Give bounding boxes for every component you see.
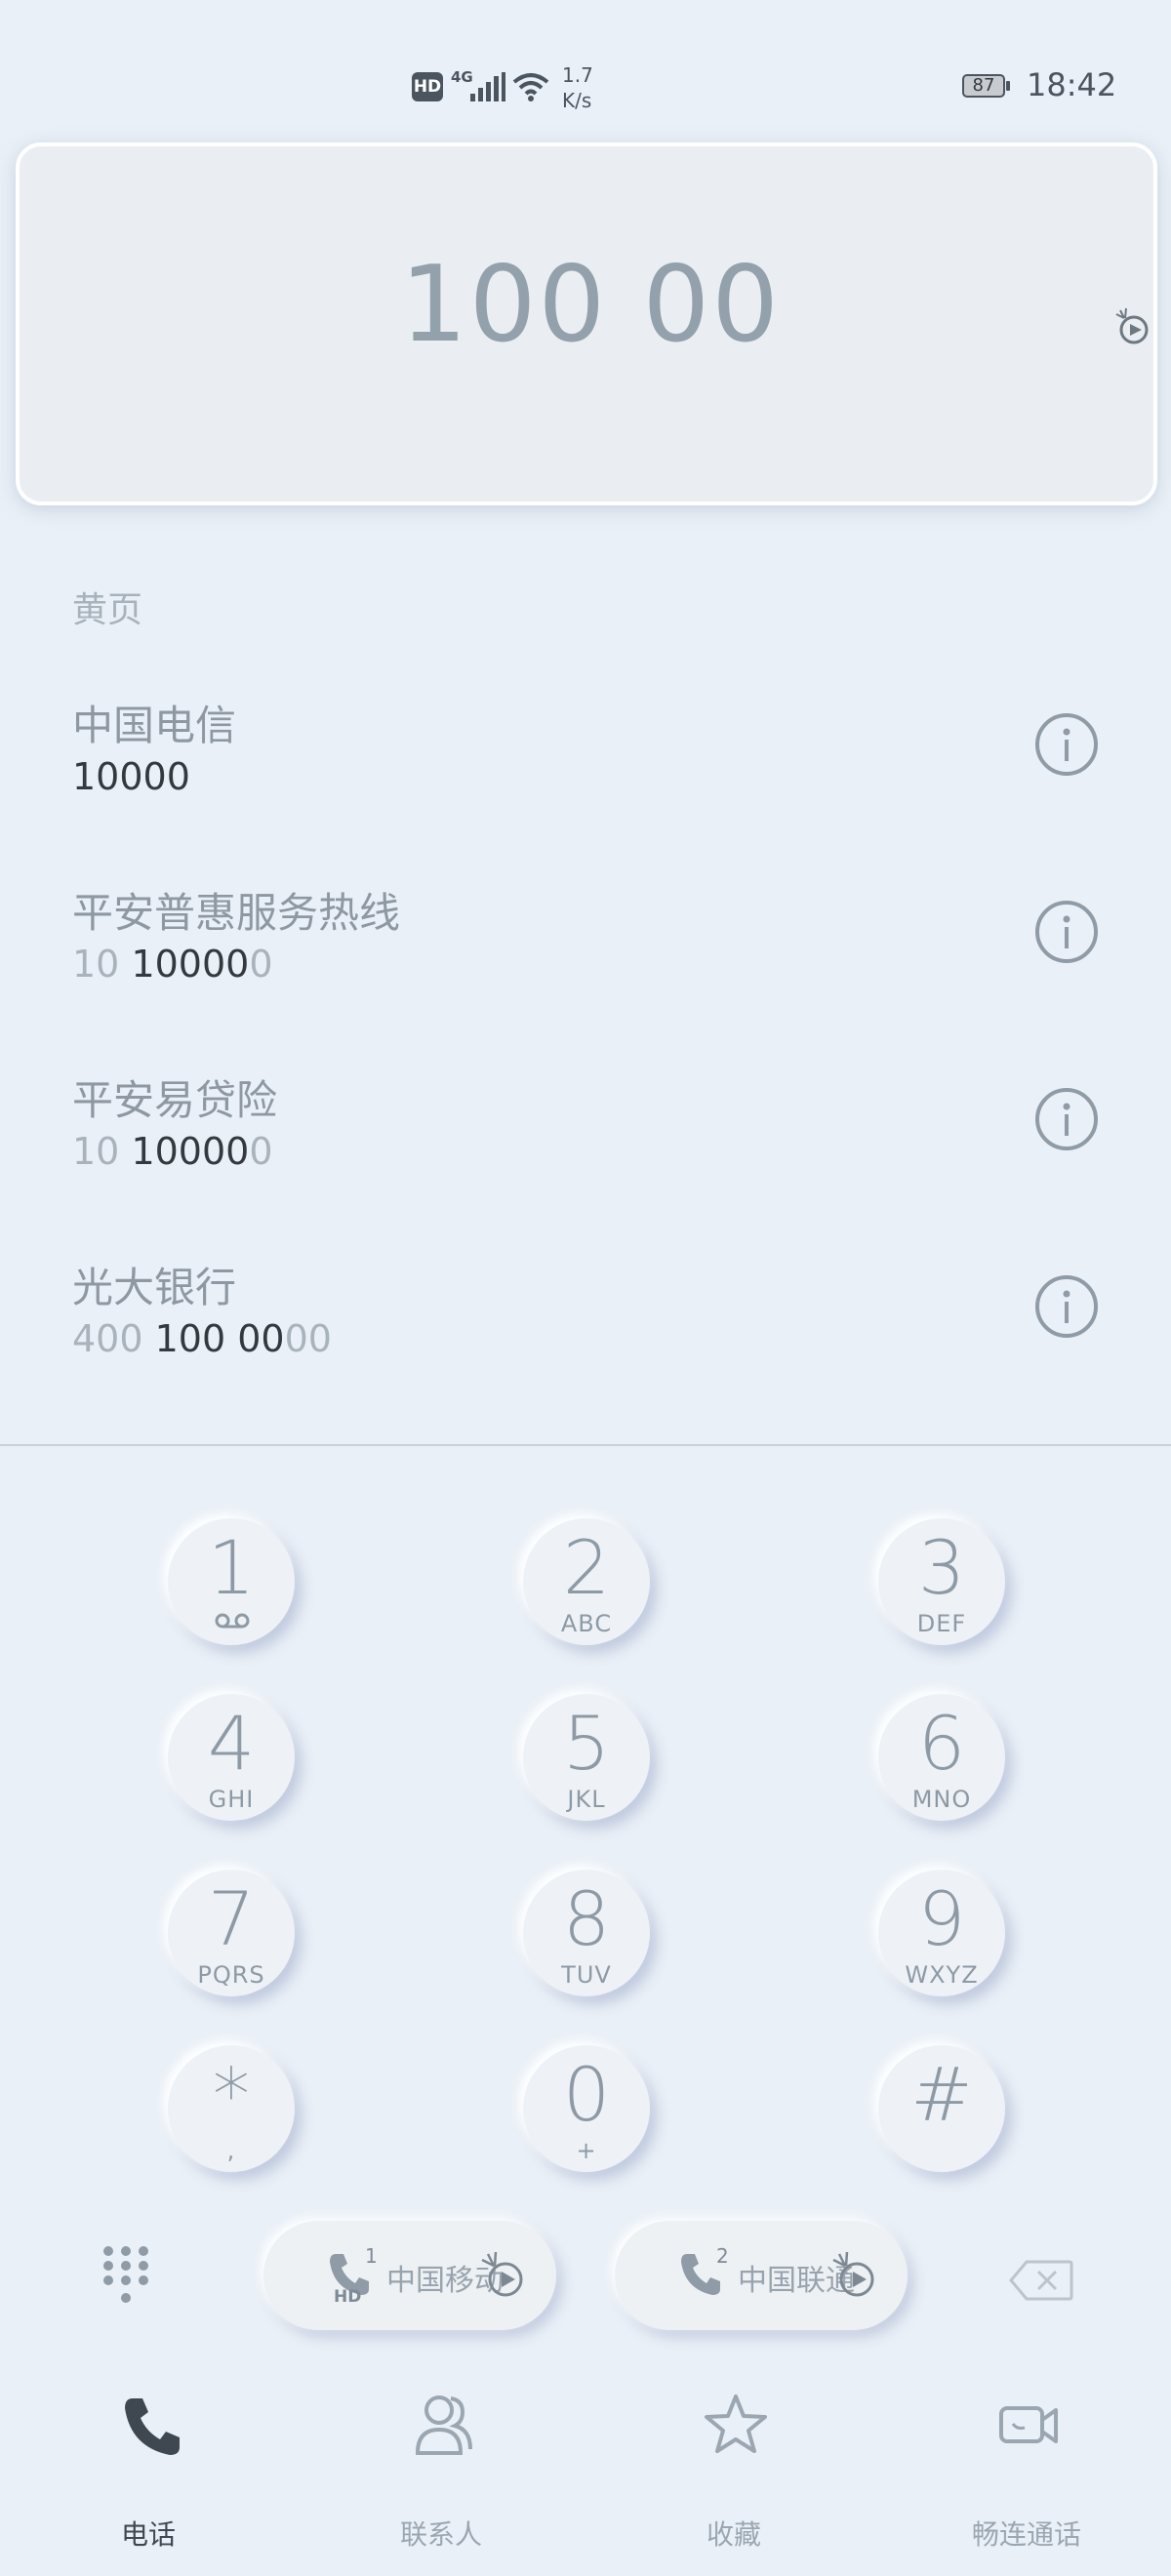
tab-favorites[interactable]: 收藏	[636, 2391, 831, 2556]
tab-label: 收藏	[706, 2518, 761, 2551]
number-suffix: 00	[284, 1317, 332, 1360]
network-speed: 1.7 K/s	[562, 62, 593, 113]
contact-name: 中国电信	[72, 702, 237, 749]
yellow-pages-item[interactable]: 平安易贷险 10 100000	[72, 1067, 1107, 1243]
dialed-number-display[interactable]: 100 00	[16, 142, 1157, 505]
wifi-icon	[512, 73, 549, 101]
key-letters: WXYZ	[905, 1961, 979, 1989]
yellow-pages-item[interactable]: 光大银行 400 100 0000	[72, 1255, 1107, 1430]
call-sim2-button[interactable]: 2 中国联通	[615, 2221, 908, 2330]
yellow-pages-heading: 黄页	[72, 590, 143, 630]
key-hash[interactable]: #	[878, 2045, 1005, 2172]
key-digit: 8	[562, 1875, 611, 1962]
contacts-icon	[415, 2395, 472, 2455]
number-match: 10000	[131, 1130, 250, 1173]
tab-phone[interactable]: 电话	[51, 2391, 246, 2556]
status-time: 18:42	[1027, 66, 1117, 103]
info-icon[interactable]	[1034, 1274, 1099, 1339]
key-letters: ABC	[560, 1610, 613, 1637]
sim-number: 1	[365, 2244, 378, 2268]
star-icon	[705, 2395, 767, 2453]
key-digit: 1	[207, 1524, 256, 1611]
key-digit: 5	[562, 1700, 611, 1787]
key-star[interactable]: * ,	[168, 2045, 295, 2172]
call-sim1-button[interactable]: 1 HD 中国移动	[263, 2221, 556, 2330]
info-icon[interactable]	[1034, 900, 1099, 964]
deer-logo-icon	[1115, 307, 1149, 344]
phone-icon	[125, 2398, 180, 2455]
hd-voice-icon: HD	[412, 72, 443, 101]
key-digit: #	[910, 2051, 973, 2138]
key-letters: +	[576, 2137, 597, 2164]
hd-tag: HD	[334, 2287, 362, 2307]
deer-logo-icon	[832, 2251, 874, 2297]
contact-name: 光大银行	[72, 1264, 237, 1311]
tab-label: 畅连通话	[971, 2518, 1081, 2551]
key-letters: PQRS	[197, 1961, 265, 1989]
network-speed-unit: K/s	[562, 89, 592, 112]
key-6[interactable]: 6 MNO	[878, 1694, 1005, 1821]
key-5[interactable]: 5 JKL	[523, 1694, 650, 1821]
number-suffix: 0	[249, 1130, 273, 1173]
key-7[interactable]: 7 PQRS	[168, 1870, 295, 1996]
info-icon[interactable]	[1034, 1087, 1099, 1151]
key-2[interactable]: 2 ABC	[523, 1518, 650, 1645]
number-prefix: 10	[72, 943, 132, 986]
number-prefix: 10	[72, 1130, 132, 1173]
deer-logo-icon	[481, 2251, 523, 2297]
key-digit: 9	[917, 1875, 966, 1962]
signal-strength-icon	[470, 72, 505, 101]
key-digit: 6	[917, 1700, 966, 1787]
dialed-number[interactable]: 100 00	[20, 244, 1161, 366]
key-4[interactable]: 4 GHI	[168, 1694, 295, 1821]
contact-number: 10 100000	[72, 943, 273, 986]
key-0[interactable]: 0 +	[523, 2045, 650, 2172]
contact-name: 平安易贷险	[72, 1076, 278, 1124]
key-letters: GHI	[208, 1786, 255, 1813]
key-3[interactable]: 3 DEF	[878, 1518, 1005, 1645]
key-8[interactable]: 8 TUV	[523, 1870, 650, 1996]
tab-label: 电话	[120, 2518, 176, 2551]
section-divider	[0, 1444, 1171, 1446]
key-letters: JKL	[567, 1786, 606, 1813]
key-letters: TUV	[561, 1961, 612, 1989]
key-letters: DEF	[916, 1610, 967, 1637]
key-letters: ,	[226, 2137, 236, 2164]
info-icon[interactable]	[1034, 712, 1099, 777]
key-digit: 2	[562, 1524, 611, 1611]
yellow-pages-item[interactable]: 中国电信 10000	[72, 693, 1107, 868]
number-suffix: 0	[249, 943, 273, 986]
status-bar: HD 4G 1.7 K/s 87 18:42	[0, 0, 1171, 137]
key-1[interactable]: 1	[168, 1518, 295, 1645]
voicemail-icon	[215, 1613, 250, 1629]
contact-number: 10000	[72, 755, 190, 798]
tab-contacts[interactable]: 联系人	[343, 2391, 539, 2556]
contact-number: 10 100000	[72, 1130, 273, 1173]
sim-number: 2	[716, 2244, 729, 2268]
network-speed-value: 1.7	[562, 63, 593, 87]
key-digit: 4	[207, 1700, 256, 1787]
number-match: 10000	[72, 755, 190, 798]
key-digit: *	[213, 2051, 250, 2138]
yellow-pages-item[interactable]: 平安普惠服务热线 10 100000	[72, 880, 1107, 1056]
number-prefix: 400	[72, 1317, 155, 1360]
tab-label: 联系人	[399, 2518, 482, 2551]
backspace-icon[interactable]	[1009, 2260, 1073, 2301]
keypad-toggle-icon[interactable]	[101, 2244, 150, 2309]
contact-name: 平安普惠服务热线	[72, 889, 401, 937]
battery-level: 87	[972, 75, 995, 96]
contact-number: 400 100 0000	[72, 1317, 332, 1360]
key-digit: 7	[207, 1875, 256, 1962]
key-9[interactable]: 9 WXYZ	[878, 1870, 1005, 1996]
tab-video-call[interactable]: 畅连通话	[929, 2391, 1124, 2556]
key-digit: 3	[917, 1524, 966, 1611]
key-letters: MNO	[911, 1786, 972, 1813]
number-match: 100 00	[154, 1317, 285, 1360]
video-call-icon	[999, 2406, 1058, 2443]
number-match: 10000	[131, 943, 250, 986]
key-digit: 0	[562, 2051, 611, 2138]
battery-icon: 87	[962, 74, 1011, 100]
